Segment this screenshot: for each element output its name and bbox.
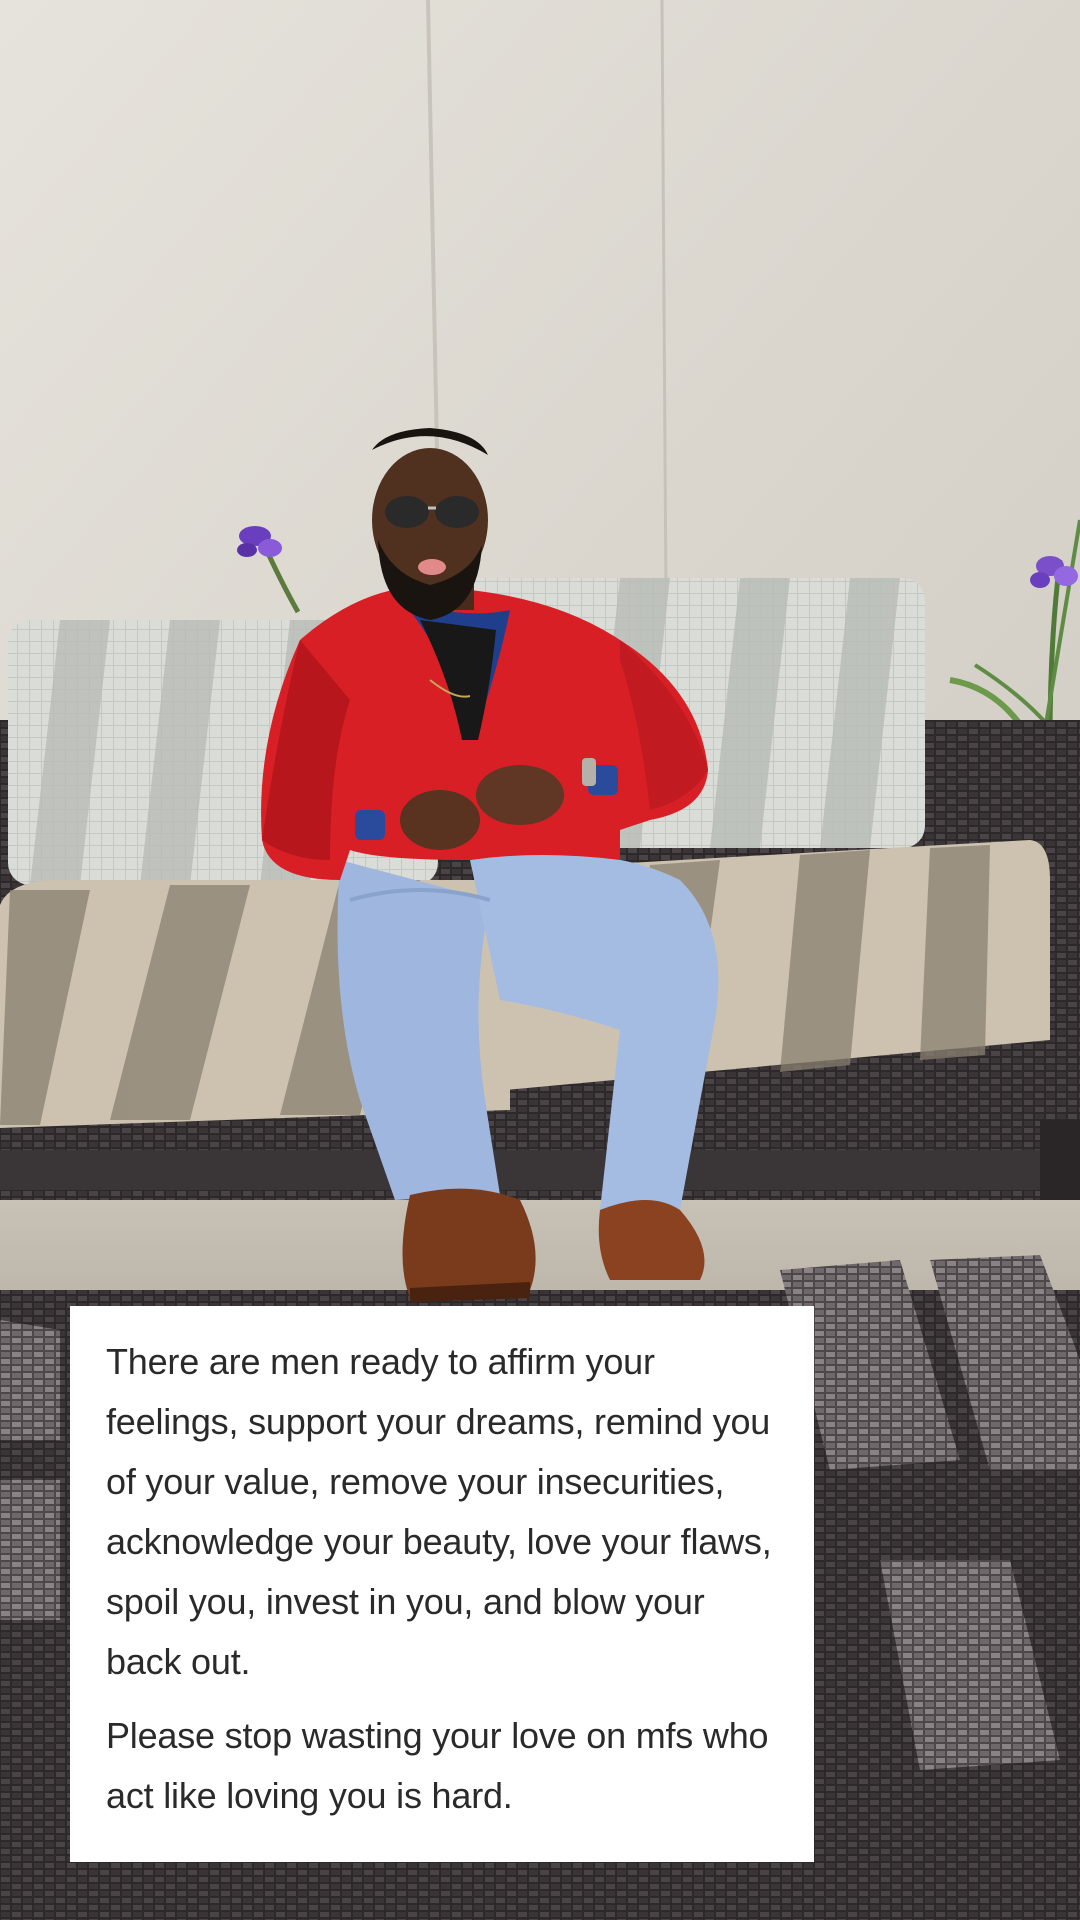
caption-paragraph-2: Please stop wasting your love on mfs who…	[106, 1715, 769, 1816]
caption-text-card: There are men ready to affirm your feeli…	[70, 1306, 814, 1862]
caption-paragraph-1: There are men ready to affirm your feeli…	[106, 1341, 772, 1682]
